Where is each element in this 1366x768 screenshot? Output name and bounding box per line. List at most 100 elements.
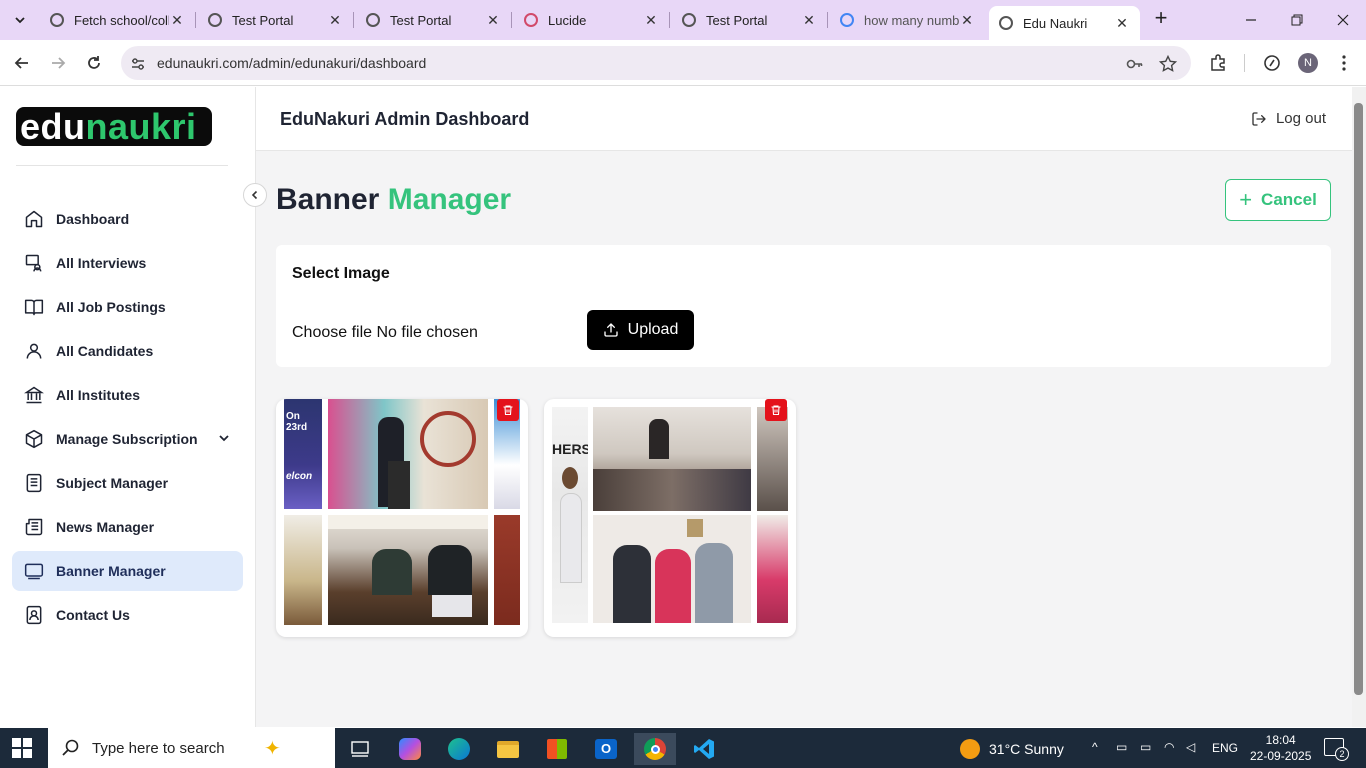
- browser-toolbar: edunaukri.com/admin/edunakuri/dashboard …: [0, 40, 1366, 86]
- upload-button[interactable]: Upload: [587, 310, 694, 350]
- sidebar-item-label: News Manager: [56, 519, 155, 535]
- toolbar-divider: [1244, 54, 1245, 72]
- taskbar-search[interactable]: Type here to search ✦: [48, 728, 335, 768]
- arrow-left-icon: [14, 57, 28, 69]
- new-tab-button[interactable]: +: [1150, 7, 1172, 30]
- close-icon[interactable]: ✕: [1114, 15, 1130, 32]
- restore-button[interactable]: [1282, 8, 1312, 32]
- sidebar-item-contact-us[interactable]: Contact Us: [12, 595, 243, 635]
- chrome-app[interactable]: [634, 733, 676, 765]
- file-explorer-app[interactable]: [487, 733, 529, 765]
- banner-photo: On 23rd elcon: [284, 399, 322, 509]
- wifi-icon[interactable]: ◠: [1164, 740, 1174, 754]
- browser-tab-active[interactable]: Edu Naukri ✕: [989, 6, 1140, 40]
- interviews-icon: [24, 253, 44, 273]
- minimize-button[interactable]: [1236, 8, 1266, 32]
- close-icon[interactable]: ✕: [169, 12, 185, 29]
- sidebar-item-manage-subscription[interactable]: Manage Subscription: [12, 419, 243, 459]
- sidebar-item-news-manager[interactable]: News Manager: [12, 507, 243, 547]
- start-button[interactable]: [12, 738, 32, 758]
- windows-logo-icon: [12, 738, 32, 758]
- close-window-button[interactable]: [1328, 8, 1358, 32]
- close-icon[interactable]: ✕: [327, 12, 343, 29]
- close-icon: [1337, 14, 1349, 26]
- outlook-icon: O: [595, 739, 617, 759]
- meet-icon[interactable]: ▭: [1116, 740, 1127, 754]
- task-view-button[interactable]: [339, 733, 381, 765]
- delete-banner-button[interactable]: [765, 399, 787, 421]
- microsoft-store-app[interactable]: [536, 733, 578, 765]
- sidebar-collapse-button[interactable]: [243, 183, 267, 207]
- browser-menu-button[interactable]: [1332, 51, 1356, 75]
- reload-button[interactable]: [82, 51, 106, 75]
- sidebar-item-banner-manager[interactable]: Banner Manager: [12, 551, 243, 591]
- page-title-part2: Manager: [387, 183, 512, 216]
- close-icon[interactable]: ✕: [801, 12, 817, 29]
- log-out-icon: [1251, 111, 1267, 127]
- page-scrollbar[interactable]: [1352, 87, 1366, 727]
- volume-icon[interactable]: ◁: [1186, 740, 1195, 754]
- upload-label: Upload: [627, 321, 679, 338]
- close-icon[interactable]: ✕: [643, 12, 659, 29]
- language-indicator[interactable]: ENG: [1212, 741, 1238, 755]
- sidebar-item-all-candidates[interactable]: All Candidates: [12, 331, 243, 371]
- browser-tab[interactable]: how many numb ✕: [830, 6, 985, 34]
- sidebar-item-label: Banner Manager: [56, 563, 166, 579]
- sidebar-item-dashboard[interactable]: Dashboard: [12, 199, 243, 239]
- cancel-button[interactable]: + Cancel: [1225, 179, 1331, 221]
- profile-avatar[interactable]: N: [1298, 53, 1318, 73]
- site-info-icon[interactable]: [129, 55, 147, 73]
- banner-photo: [494, 515, 520, 625]
- sparkle-icon: ✦: [264, 738, 281, 760]
- close-icon[interactable]: ✕: [959, 12, 975, 29]
- delete-banner-button[interactable]: [497, 399, 519, 421]
- edunaukri-logo[interactable]: edunaukri: [16, 107, 212, 146]
- browser-tab[interactable]: Test Portal ✕: [356, 6, 511, 34]
- performance-button[interactable]: [1260, 51, 1284, 75]
- battery-icon[interactable]: ▭: [1140, 740, 1151, 754]
- file-input[interactable]: Choose file No file chosen: [292, 324, 478, 342]
- logout-button[interactable]: Log out: [1251, 110, 1326, 127]
- browser-tab[interactable]: Test Portal ✕: [198, 6, 353, 34]
- banner-photo-figure: [428, 545, 472, 595]
- sidebar-item-label: All Job Postings: [56, 299, 166, 315]
- clock[interactable]: 18:04 22-09-2025: [1250, 732, 1311, 764]
- address-bar[interactable]: edunaukri.com/admin/edunakuri/dashboard: [121, 46, 1191, 80]
- edge-app[interactable]: [438, 733, 480, 765]
- forward-button[interactable]: [46, 51, 70, 75]
- banner-photo-figure: [613, 545, 651, 623]
- extensions-button[interactable]: [1206, 51, 1230, 75]
- bookmark-star-icon[interactable]: [1159, 55, 1177, 73]
- back-button[interactable]: [10, 51, 34, 75]
- sidebar: edunaukri Dashboard All Interviews All J…: [0, 87, 256, 727]
- tray-chevron-up-icon[interactable]: ^: [1092, 740, 1098, 754]
- close-icon[interactable]: ✕: [485, 12, 501, 29]
- sidebar-item-subject-manager[interactable]: Subject Manager: [12, 463, 243, 503]
- outlook-app[interactable]: O: [585, 733, 627, 765]
- landmark-icon: [24, 385, 44, 405]
- trash-icon: [503, 405, 513, 416]
- logout-label: Log out: [1275, 110, 1326, 127]
- sidebar-item-all-institutes[interactable]: All Institutes: [12, 375, 243, 415]
- browser-tab[interactable]: Lucide ✕: [514, 6, 669, 34]
- windows-taskbar: Type here to search ✦ O 31°C Sunny ^ ▭ ▭…: [0, 728, 1366, 768]
- puzzle-icon: [1211, 54, 1225, 71]
- main-content: Banner Manager + Cancel Select Image Cho…: [256, 151, 1352, 727]
- select-image-card: Select Image Choose file No file chosen …: [276, 245, 1331, 367]
- browser-tab[interactable]: Test Portal ✕: [672, 6, 827, 34]
- sidebar-item-all-job-postings[interactable]: All Job Postings: [12, 287, 243, 327]
- copilot-app[interactable]: [389, 733, 431, 765]
- tab-search-button[interactable]: [8, 8, 32, 32]
- logo-text-edu: edu: [20, 106, 86, 147]
- notifications-icon[interactable]: 2: [1324, 738, 1349, 761]
- browser-tab[interactable]: Fetch school/colle ✕: [40, 6, 195, 34]
- globe-icon: [208, 13, 222, 27]
- chevron-left-icon: [251, 190, 258, 200]
- weather-widget[interactable]: 31°C Sunny: [960, 739, 1064, 759]
- scrollbar-thumb[interactable]: [1354, 103, 1363, 695]
- banner-caption: elcon: [286, 471, 313, 482]
- password-key-icon[interactable]: [1126, 55, 1144, 73]
- chevron-down-icon[interactable]: [217, 431, 231, 448]
- sidebar-item-all-interviews[interactable]: All Interviews: [12, 243, 243, 283]
- vscode-app[interactable]: [683, 733, 725, 765]
